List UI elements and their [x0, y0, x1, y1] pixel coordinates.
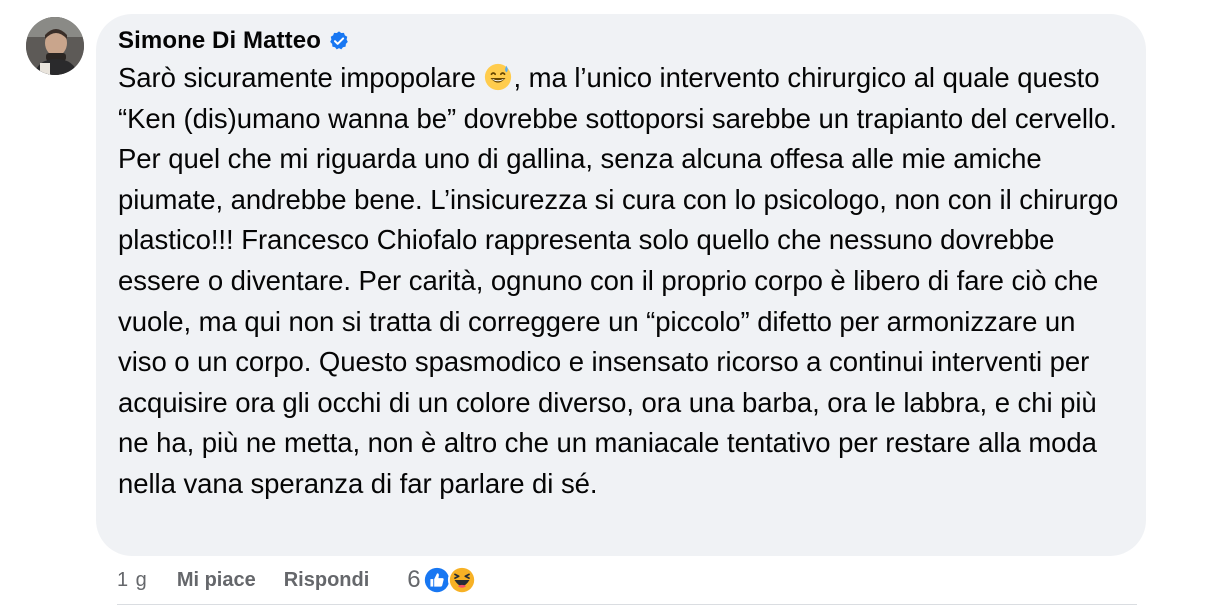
comment-text-part-2: , ma l’unico intervento chirurgico al qu… — [118, 62, 1119, 499]
comment-header: Simone Di Matteo — [118, 25, 1124, 57]
comment-timestamp[interactable]: 1 g — [117, 569, 148, 592]
verified-badge-icon — [330, 31, 348, 50]
reply-button[interactable]: Rispondi — [284, 569, 370, 592]
divider — [117, 604, 1137, 605]
haha-reaction-icon — [447, 565, 476, 595]
like-button[interactable]: Mi piace — [177, 569, 256, 592]
comment-body: Sarò sicuramente impopolare , ma l’unico… — [118, 58, 1124, 505]
sweat-smile-emoji-icon — [485, 63, 512, 91]
user-avatar-icon — [26, 17, 84, 75]
comment-bubble: Simone Di Matteo Sarò sicuramente impopo… — [96, 14, 1146, 556]
comment-actions: 1 g Mi piace Rispondi 6 — [117, 565, 477, 595]
comment-thread: Simone Di Matteo Sarò sicuramente impopo… — [0, 0, 1222, 608]
comment-text-part-1: Sarò sicuramente impopolare — [118, 62, 484, 93]
author-name[interactable]: Simone Di Matteo — [118, 27, 321, 55]
avatar[interactable] — [26, 17, 84, 75]
reaction-count: 6 — [407, 566, 421, 593]
reactions-summary[interactable]: 6 — [407, 565, 476, 595]
